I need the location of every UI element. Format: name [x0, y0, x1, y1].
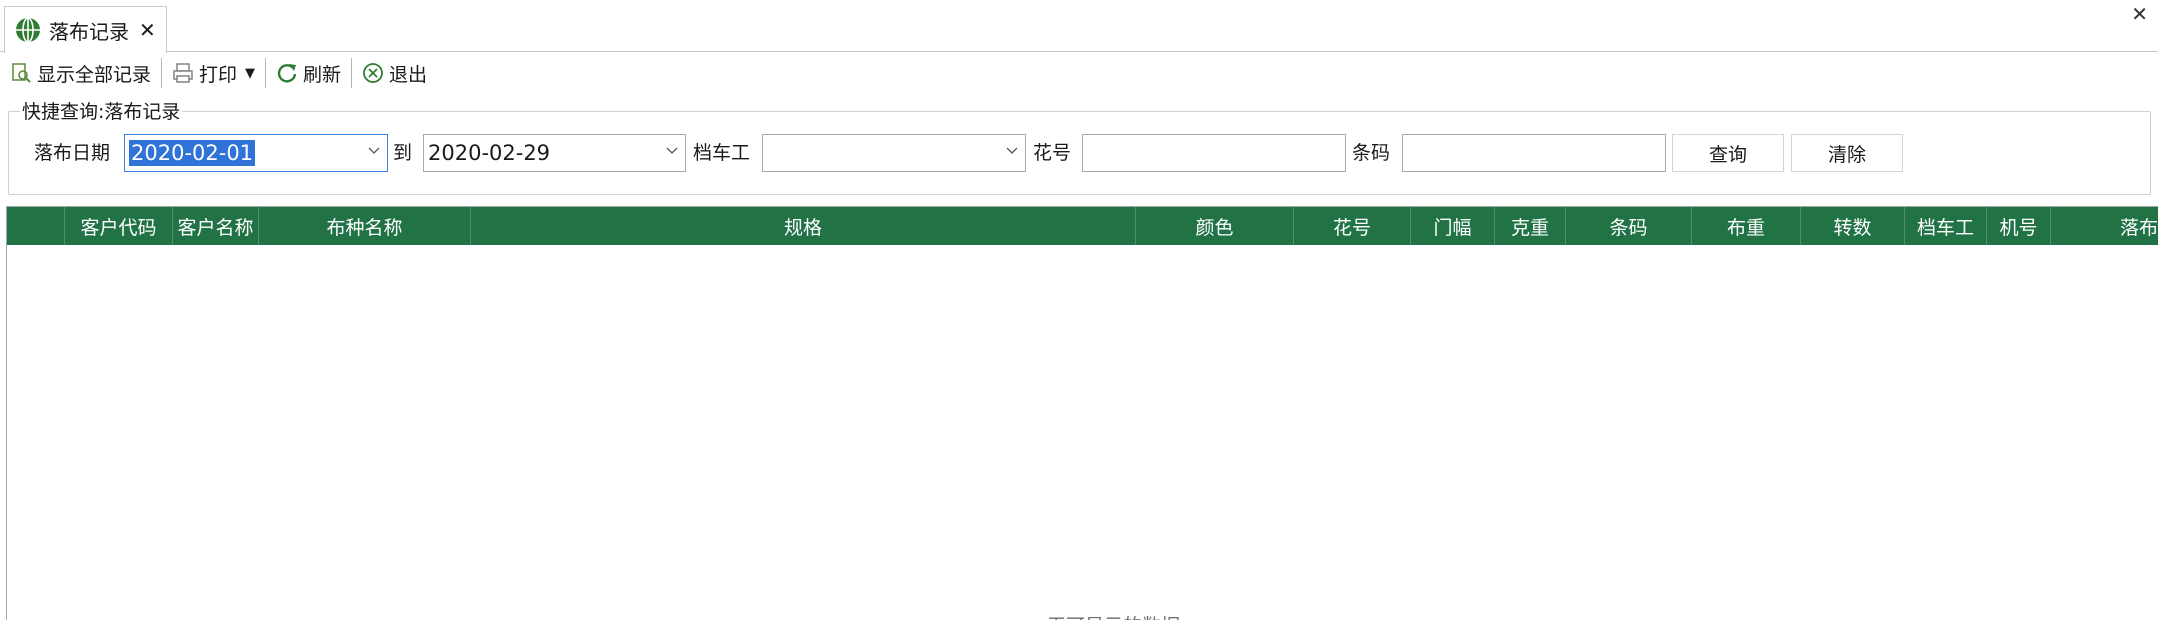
globe-icon	[16, 17, 40, 43]
chevron-down-icon[interactable]	[367, 144, 381, 158]
date-from-dropdown[interactable]: 2020-02-01	[124, 134, 388, 172]
exit-button[interactable]: 退出	[358, 56, 431, 90]
refresh-label: 刷新	[303, 63, 342, 86]
grid-header-machine-no[interactable]: 机号	[1987, 207, 2051, 245]
show-all-label: 显示全部记录	[37, 63, 152, 86]
grid-header-barcode[interactable]: 条码	[1566, 207, 1692, 245]
print-label: 打印	[199, 63, 238, 86]
grid-header-width[interactable]: 门幅	[1411, 207, 1495, 245]
tab-close-icon[interactable]: ✕	[139, 18, 156, 42]
grid-header-falling-cloth[interactable]: 落布	[2051, 207, 2158, 245]
grid-header-cloth-weight[interactable]: 布重	[1692, 207, 1801, 245]
print-button[interactable]: 打印 ▼	[168, 56, 259, 90]
refresh-button[interactable]: 刷新	[272, 56, 345, 90]
chevron-down-icon[interactable]	[665, 144, 679, 158]
grid-empty-message: 无可显示的数据	[1047, 611, 1180, 620]
refresh-icon	[277, 64, 297, 83]
window-close-icon[interactable]: ✕	[2131, 2, 2148, 26]
chevron-down-icon[interactable]	[1005, 144, 1019, 158]
grid-header-color[interactable]: 颜色	[1136, 207, 1294, 245]
barcode-label: 条码	[1352, 142, 1391, 164]
grid-header-revolutions[interactable]: 转数	[1801, 207, 1905, 245]
app-window: 落布记录 ✕ ✕ 显示全部记录 打印 ▼ 刷新 退出 快捷查询:落布记录 落布日…	[0, 0, 2158, 620]
date-label: 落布日期	[34, 142, 111, 164]
pattern-input[interactable]	[1082, 134, 1346, 172]
quick-query-title: 快捷查询:落布记录	[20, 97, 183, 124]
grid-header-customer-name[interactable]: 客户名称	[173, 207, 259, 245]
date-from-value: 2020-02-01	[129, 140, 256, 166]
clear-button[interactable]: 清除	[1791, 134, 1903, 172]
pattern-label: 花号	[1033, 142, 1072, 164]
tab-strip: 落布记录 ✕ ✕	[0, 0, 2158, 53]
date-to-dropdown[interactable]: 2020-02-29	[423, 134, 686, 172]
exit-circle-x-icon	[363, 63, 383, 83]
grid-header-spec[interactable]: 规格	[471, 207, 1136, 245]
grid-header-indicator	[7, 207, 65, 245]
search-button[interactable]: 查询	[1672, 134, 1784, 172]
worker-label: 档车工	[693, 142, 751, 164]
exit-label: 退出	[389, 63, 428, 86]
barcode-input[interactable]	[1402, 134, 1666, 172]
to-label: 到	[393, 142, 413, 164]
printer-icon	[173, 63, 193, 83]
show-all-records-button[interactable]: 显示全部记录	[6, 56, 155, 90]
records-grid: 客户代码 客户名称 布种名称 规格 颜色 花号 门幅 克重 条码 布重 转数 档…	[6, 206, 2158, 620]
grid-header-pattern[interactable]: 花号	[1294, 207, 1411, 245]
toolbar-separator	[351, 58, 353, 88]
toolbar-separator	[265, 58, 267, 88]
grid-header-fabric-name[interactable]: 布种名称	[259, 207, 471, 245]
toolbar: 显示全部记录 打印 ▼ 刷新 退出	[0, 53, 2158, 93]
grid-header-customer-code[interactable]: 客户代码	[65, 207, 173, 245]
grid-header-worker[interactable]: 档车工	[1905, 207, 1987, 245]
tab-falling-cloth-records[interactable]: 落布记录 ✕	[4, 6, 167, 53]
document-search-icon	[12, 63, 31, 83]
grid-header-gram-weight[interactable]: 克重	[1495, 207, 1566, 245]
toolbar-separator	[161, 58, 163, 88]
print-dropdown-caret-icon[interactable]: ▼	[245, 66, 255, 81]
worker-dropdown[interactable]	[762, 134, 1026, 172]
tab-label: 落布记录	[49, 19, 129, 44]
date-to-value: 2020-02-29	[428, 141, 551, 165]
grid-header-row: 客户代码 客户名称 布种名称 规格 颜色 花号 门幅 克重 条码 布重 转数 档…	[7, 207, 2158, 245]
